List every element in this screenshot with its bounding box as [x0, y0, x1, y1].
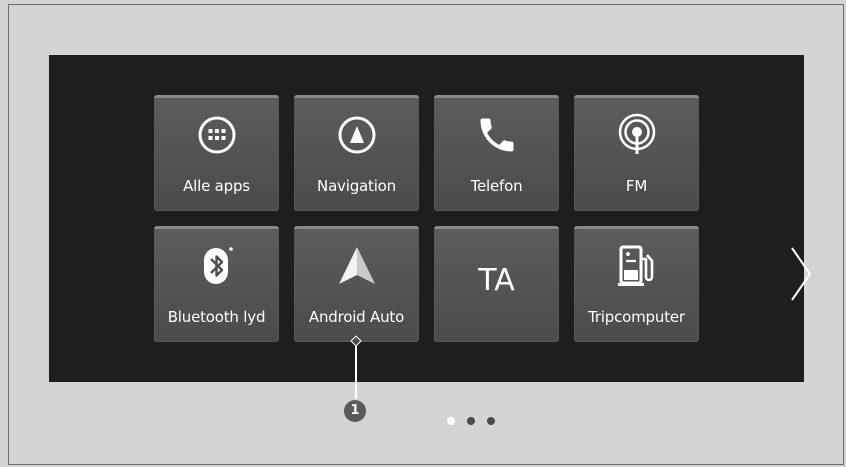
page-indicator [447, 417, 495, 425]
tile-telefon[interactable]: Telefon [434, 95, 559, 211]
infotainment-screen: Alle apps Navigation Telefon FM Bluetoot… [49, 55, 812, 425]
tile-fm[interactable]: FM [574, 95, 699, 211]
tile-navigation[interactable]: Navigation [294, 95, 419, 211]
page-dot-1 [447, 417, 455, 425]
tile-tripcomputer[interactable]: Tripcomputer [574, 226, 699, 342]
tile-label: FM [625, 177, 648, 195]
tile-android-auto[interactable]: Android Auto [294, 226, 419, 342]
bluetooth-icon [154, 240, 279, 292]
tile-label: Telefon [470, 177, 523, 195]
ta-label: TA [478, 263, 515, 298]
navigation-compass-icon [294, 109, 419, 161]
fuel-pump-icon [574, 240, 699, 292]
tile-label: Alle apps [183, 177, 250, 195]
page-dot-2 [467, 417, 475, 425]
phone-icon [434, 109, 559, 161]
tile-label: Navigation [317, 177, 396, 195]
tile-ta[interactable]: TA [434, 226, 559, 342]
callout-line [355, 343, 357, 399]
tile-alle-apps[interactable]: Alle apps [154, 95, 279, 211]
android-auto-icon [294, 240, 419, 292]
tile-label: Tripcomputer [588, 308, 685, 326]
apps-grid-icon [154, 109, 279, 161]
tile-label: Android Auto [308, 308, 405, 326]
page-dot-3 [487, 417, 495, 425]
radio-antenna-icon [574, 109, 699, 161]
tile-bluetooth-lyd[interactable]: Bluetooth lyd [154, 226, 279, 342]
chevron-right-icon[interactable] [786, 242, 816, 306]
tile-label: Bluetooth lyd [167, 308, 266, 326]
callout-number: 1 [344, 400, 366, 422]
